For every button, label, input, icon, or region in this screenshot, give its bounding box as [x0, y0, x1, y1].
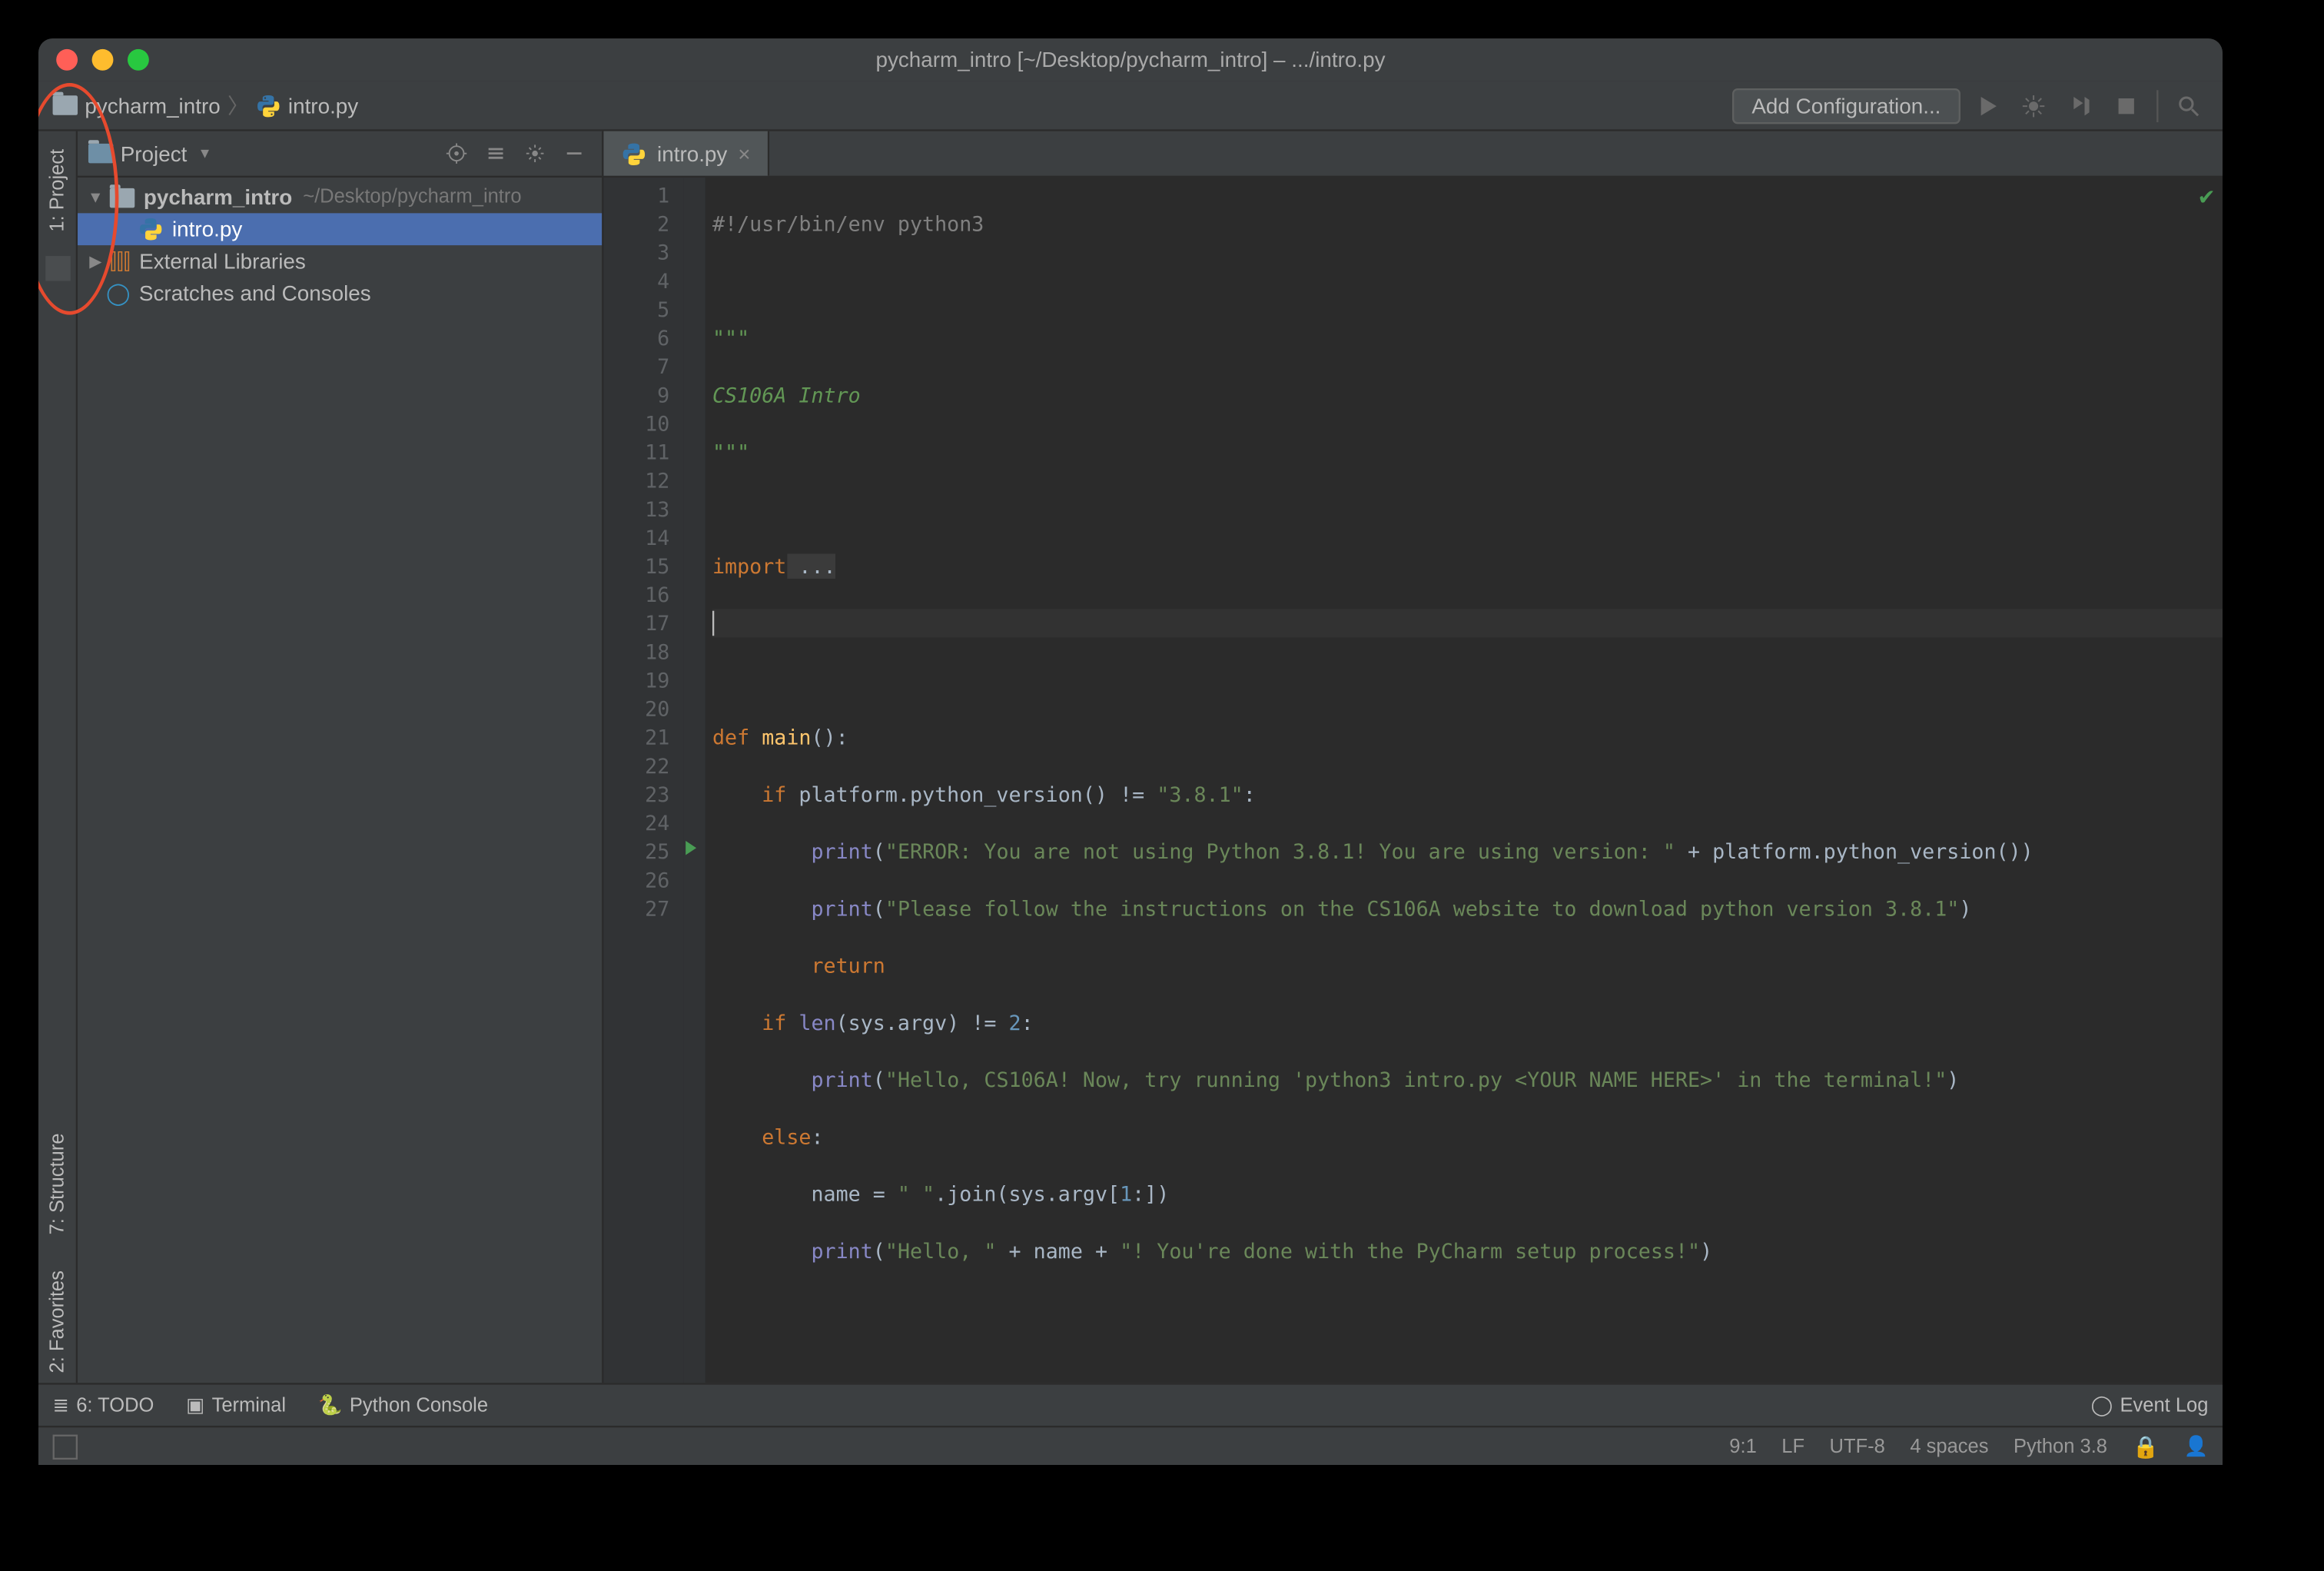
library-icon: ⫿⫿⫿ [110, 248, 131, 275]
search-everywhere-button[interactable] [2169, 85, 2208, 125]
python-interpreter[interactable]: Python 3.8 [2014, 1436, 2107, 1457]
main-body: 1: Project 7: Structure 2: Favorites Pro… [38, 131, 2223, 1383]
line-separator[interactable]: LF [1781, 1436, 1804, 1457]
status-bar: 9:1 LF UTF-8 4 spaces Python 3.8 🔒 👤 [38, 1426, 2223, 1465]
scratches-icon: ◯ [106, 281, 130, 306]
add-configuration-button[interactable]: Add Configuration... [1732, 88, 1960, 123]
python-file-icon [622, 141, 646, 165]
hide-button[interactable] [556, 135, 591, 171]
window-title: pycharm_intro [~/Desktop/pycharm_intro] … [38, 48, 2223, 72]
python-file-icon [256, 93, 281, 118]
editor-tab-intro[interactable]: intro.py × [603, 131, 770, 176]
tree-root[interactable]: ▼ pycharm_intro ~/Desktop/pycharm_intro [78, 181, 602, 214]
terminal-icon: ▣ [186, 1393, 204, 1417]
code-text[interactable]: #!/usr/bin/env python3 """ CS106A Intro … [706, 178, 2223, 1383]
folder-icon [53, 95, 78, 115]
project-tree[interactable]: ▼ pycharm_intro ~/Desktop/pycharm_intro … [78, 178, 602, 313]
file-encoding[interactable]: UTF-8 [1830, 1436, 1885, 1457]
ide-window: pycharm_intro [~/Desktop/pycharm_intro] … [38, 38, 2223, 1465]
editor-content[interactable]: ✔ 1 2 3 4 5 6 7 9 10 11 12 13 14 15 16 1… [603, 178, 2223, 1383]
stop-button[interactable] [2107, 85, 2146, 125]
left-tool-rail: 1: Project 7: Structure 2: Favorites [38, 131, 78, 1383]
folder-icon [110, 188, 134, 208]
run-with-coverage-button[interactable] [2060, 85, 2100, 125]
hector-icon[interactable]: 👤 [2184, 1435, 2209, 1458]
breadcrumb-separator: 〉 [227, 90, 249, 120]
traffic-lights [56, 49, 149, 71]
lock-icon[interactable]: 🔒 [2132, 1433, 2159, 1458]
minimize-window-button[interactable] [92, 49, 114, 71]
python-console-tool-tab[interactable]: 🐍 Python Console [318, 1393, 488, 1417]
bottom-tool-tabs: ≣ 6: TODO ▣ Terminal 🐍 Python Console ◯ … [38, 1383, 2223, 1426]
project-sidebar: Project ▼ ▼ pycharm_intro ~/Desktop/pych… [78, 131, 603, 1383]
locate-file-button[interactable] [438, 135, 473, 171]
line-number-gutter: 1 2 3 4 5 6 7 9 10 11 12 13 14 15 16 17 … [603, 178, 683, 1383]
project-view-selector[interactable]: Project ▼ [88, 141, 430, 165]
debug-button[interactable] [2014, 85, 2053, 125]
rail-icon[interactable] [45, 257, 69, 281]
list-icon: ≣ [53, 1393, 69, 1417]
cursor-position[interactable]: 9:1 [1729, 1436, 1756, 1457]
tree-file-intro[interactable]: intro.py [78, 213, 602, 245]
speech-bubble-icon: ◯ [2091, 1393, 2113, 1417]
toolbar-right: Add Configuration... [1732, 85, 2209, 125]
maximize-window-button[interactable] [128, 49, 149, 71]
expand-arrow-icon[interactable]: ▼ [85, 188, 106, 206]
breadcrumb: pycharm_intro 〉 intro.py [53, 90, 1725, 120]
run-gutter-icon[interactable] [686, 841, 696, 855]
status-indicator-icon[interactable] [53, 1433, 78, 1458]
editor-tabs: intro.py × [603, 131, 2223, 178]
fold-gutter [684, 178, 706, 1383]
run-button[interactable] [1967, 85, 2007, 125]
expand-arrow-icon[interactable]: ▶ [85, 251, 106, 271]
editor-area: intro.py × ✔ 1 2 3 4 5 6 7 9 10 11 12 13… [603, 131, 2223, 1383]
expand-all-button[interactable] [477, 135, 513, 171]
toolbar-separator [2156, 89, 2158, 121]
structure-tool-tab[interactable]: 7: Structure [43, 1122, 71, 1245]
project-sidebar-header: Project ▼ [78, 131, 602, 178]
todo-tool-tab[interactable]: ≣ 6: TODO [53, 1393, 154, 1417]
project-tool-tab[interactable]: 1: Project [43, 138, 71, 243]
close-tab-icon[interactable]: × [738, 141, 750, 165]
close-window-button[interactable] [56, 49, 78, 71]
terminal-tool-tab[interactable]: ▣ Terminal [186, 1393, 286, 1417]
python-file-icon [138, 217, 163, 241]
tree-external-libraries[interactable]: ▶ ⫿⫿⫿ External Libraries [78, 245, 602, 277]
favorites-tool-tab[interactable]: 2: Favorites [43, 1259, 71, 1383]
breadcrumb-file[interactable]: intro.py [288, 93, 358, 118]
navigation-bar: pycharm_intro 〉 intro.py Add Configurati… [38, 81, 2223, 131]
settings-button[interactable] [516, 135, 552, 171]
dropdown-icon: ▼ [198, 145, 211, 161]
indent-setting[interactable]: 4 spaces [1910, 1436, 1988, 1457]
python-icon: 🐍 [318, 1393, 343, 1417]
titlebar: pycharm_intro [~/Desktop/pycharm_intro] … [38, 38, 2223, 81]
tree-scratches[interactable]: ◯ Scratches and Consoles [78, 277, 602, 310]
breadcrumb-project[interactable]: pycharm_intro [85, 93, 220, 118]
project-view-icon [88, 144, 113, 164]
event-log-tool-tab[interactable]: ◯ Event Log [2091, 1393, 2209, 1417]
